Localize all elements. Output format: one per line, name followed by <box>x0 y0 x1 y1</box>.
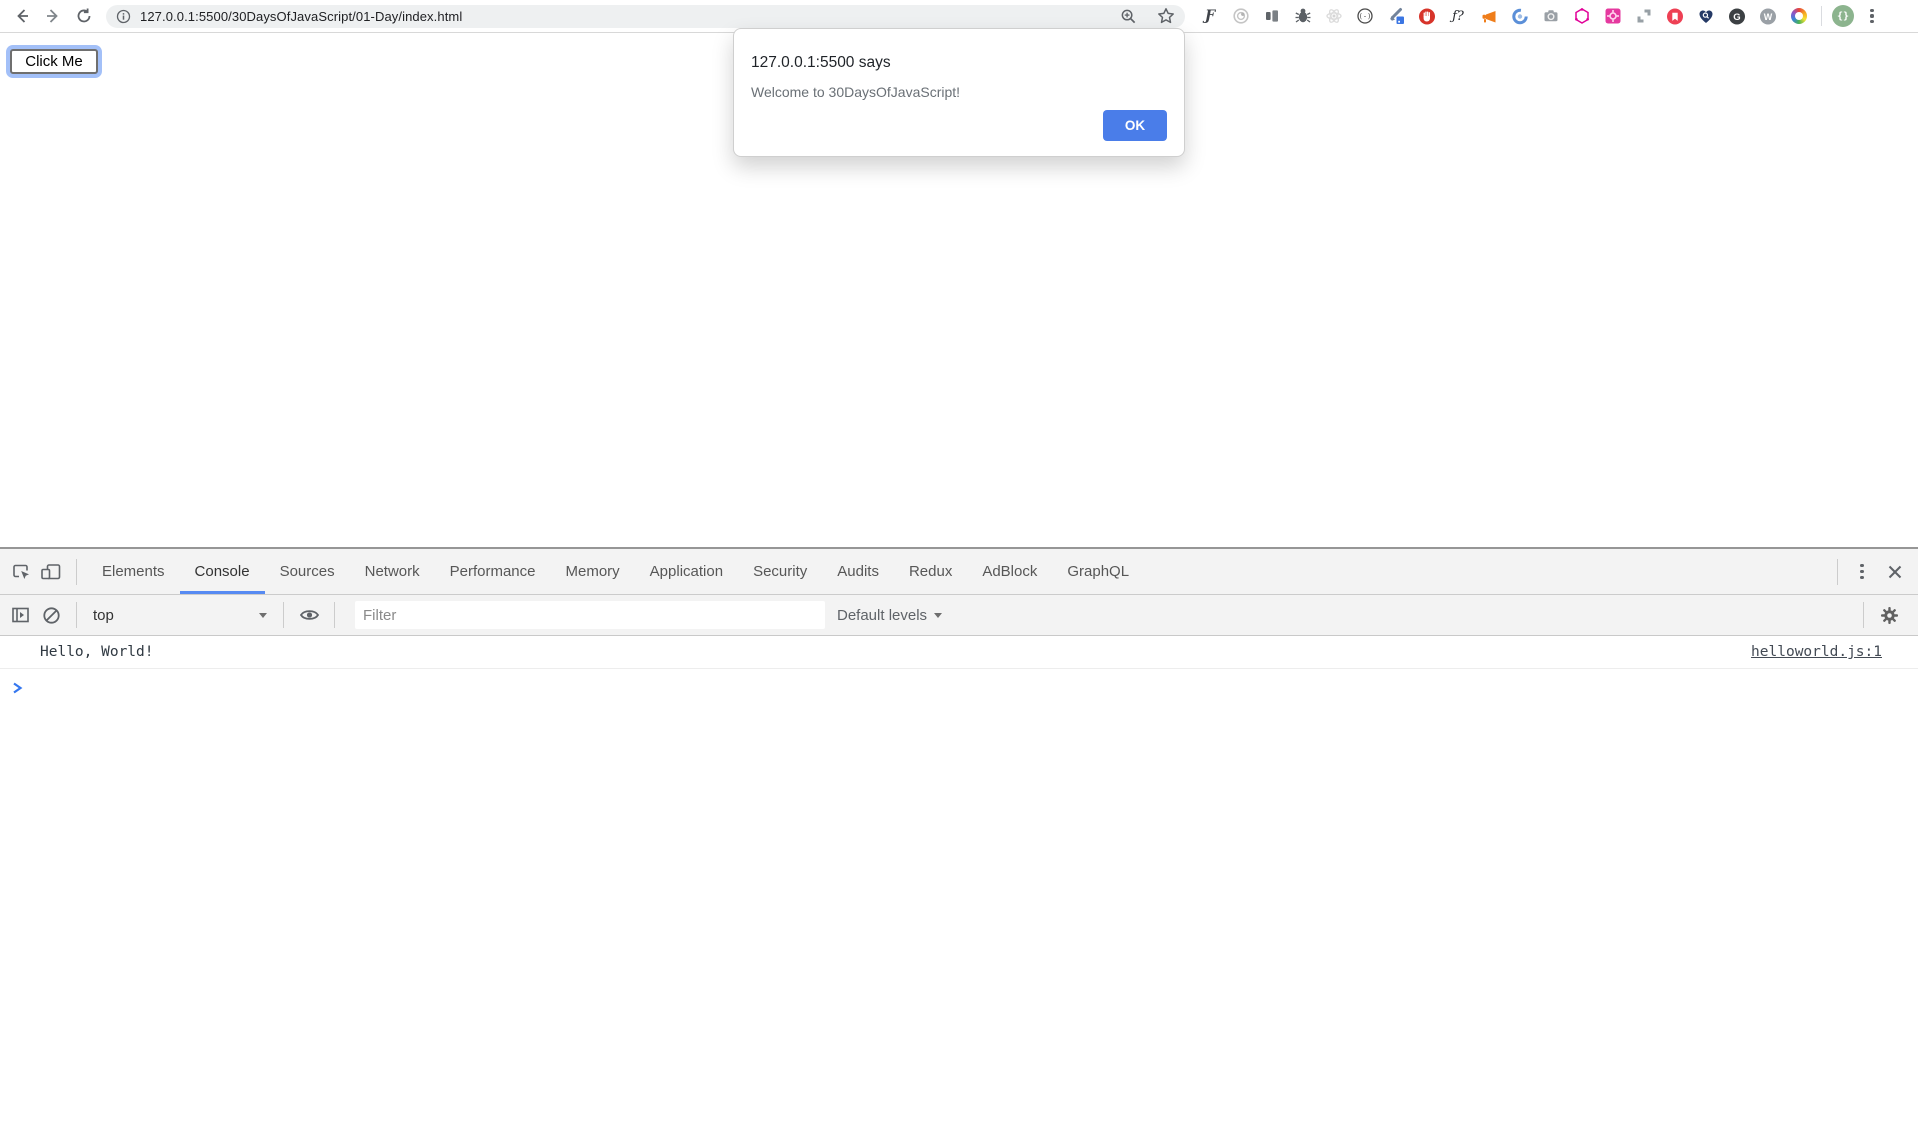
clear-console-button[interactable] <box>36 600 66 630</box>
fontninja-icon[interactable]: Ƒ <box>1201 7 1219 25</box>
url-text[interactable]: 127.0.0.1:5500/30DaysOfJavaScript/01-Day… <box>140 9 462 24</box>
console-toolbar-separator-1 <box>76 602 77 628</box>
console-sidebar-icon <box>11 606 31 624</box>
color-ring-icon[interactable] <box>1790 7 1808 25</box>
back-button[interactable] <box>6 2 37 30</box>
graphql-hex-icon[interactable] <box>1573 7 1591 25</box>
heart-search-icon[interactable] <box>1697 7 1715 25</box>
extensions-divider <box>1821 6 1822 26</box>
console-toolbar-separator-4 <box>1863 602 1864 628</box>
f-question-icon[interactable]: ƒ? <box>1449 7 1467 25</box>
tab-graphql[interactable]: GraphQL <box>1052 549 1144 594</box>
zoom-icon[interactable] <box>1120 8 1137 25</box>
tabbar-right-separator <box>1837 559 1838 585</box>
console-toolbar: top Default levels <box>0 595 1918 636</box>
devtools-tab-bar: Elements Console Sources Network Perform… <box>0 549 1918 595</box>
orbit-icon[interactable] <box>1232 7 1250 25</box>
log-levels-label: Default levels <box>837 607 927 624</box>
console-message-text: Hello, World! <box>40 644 154 660</box>
browser-menu-kebab[interactable] <box>1860 4 1884 28</box>
bookmark-star-icon[interactable] <box>1157 7 1175 25</box>
back-arrow-icon <box>13 7 31 25</box>
g-circle-icon[interactable]: G <box>1728 7 1746 25</box>
json-profile-badge[interactable]: {} <box>1832 5 1854 27</box>
address-bar[interactable]: 127.0.0.1:5500/30DaysOfJavaScript/01-Day… <box>106 5 1185 28</box>
devtools-panel: Elements Console Sources Network Perform… <box>0 547 1918 1146</box>
console-source-link[interactable]: helloworld.js:1 <box>1751 644 1882 660</box>
reload-icon <box>75 7 93 25</box>
log-levels-select[interactable]: Default levels <box>837 607 942 624</box>
tab-application[interactable]: Application <box>635 549 738 594</box>
atom-faded-icon[interactable] <box>1325 7 1343 25</box>
extensions-row: Ƒ <box>1201 6 1822 26</box>
filter-input[interactable] <box>355 601 825 629</box>
svg-text:W: W <box>1764 11 1773 21</box>
console-sidebar-toggle[interactable] <box>6 600 36 630</box>
tab-performance[interactable]: Performance <box>435 549 551 594</box>
alert-title: 127.0.0.1:5500 says <box>751 54 1167 72</box>
device-toolbar-button[interactable] <box>36 557 66 587</box>
camera-icon[interactable] <box>1542 7 1560 25</box>
console-toolbar-separator-3 <box>334 602 335 628</box>
tab-memory[interactable]: Memory <box>551 549 635 594</box>
stop-hand-icon[interactable] <box>1418 7 1436 25</box>
pink-gear-icon[interactable] <box>1604 7 1622 25</box>
tab-elements[interactable]: Elements <box>87 549 180 594</box>
prompt-chevron-icon <box>12 681 23 695</box>
alert-dialog: 127.0.0.1:5500 says Welcome to 30DaysOfJ… <box>733 28 1185 157</box>
tab-sources[interactable]: Sources <box>265 549 350 594</box>
inspect-cursor-icon <box>11 562 31 582</box>
svg-text:(-): (-) <box>1359 13 1372 21</box>
megaphone-icon[interactable] <box>1480 7 1498 25</box>
chevron-down-icon <box>934 613 942 618</box>
alert-ok-button[interactable]: OK <box>1103 110 1167 141</box>
tab-security[interactable]: Security <box>738 549 822 594</box>
console-output: Hello, World! helloworld.js:1 <box>0 636 1918 699</box>
execution-context-label: top <box>93 607 114 624</box>
console-settings-button[interactable] <box>1874 600 1904 630</box>
console-toolbar-separator-2 <box>283 602 284 628</box>
gear-icon <box>1880 606 1899 625</box>
panels-icon[interactable] <box>1263 7 1281 25</box>
tab-audits[interactable]: Audits <box>822 549 894 594</box>
devtools-menu-kebab[interactable] <box>1850 560 1874 584</box>
alert-message: Welcome to 30DaysOfJavaScript! <box>751 84 1167 100</box>
swirl-icon[interactable] <box>1511 7 1529 25</box>
console-message-row: Hello, World! helloworld.js:1 <box>0 636 1918 669</box>
click-me-button[interactable]: Click Me <box>10 49 98 74</box>
live-expression-button[interactable] <box>294 600 324 630</box>
dash-circle-icon[interactable]: (-) <box>1356 7 1374 25</box>
devtools-close-button[interactable] <box>1880 557 1910 587</box>
tab-console[interactable]: Console <box>180 549 265 594</box>
svg-text:G: G <box>1733 11 1740 22</box>
execution-context-select[interactable]: top <box>93 607 273 624</box>
tab-adblock[interactable]: AdBlock <box>967 549 1052 594</box>
reload-button[interactable] <box>68 2 99 30</box>
forward-arrow-icon <box>44 7 62 25</box>
inspect-element-button[interactable] <box>6 557 36 587</box>
tab-network[interactable]: Network <box>350 549 435 594</box>
site-info-icon[interactable] <box>116 9 131 24</box>
clear-console-icon <box>42 606 61 625</box>
forward-button[interactable] <box>37 2 68 30</box>
bug-icon[interactable] <box>1294 7 1312 25</box>
close-icon <box>1887 564 1903 580</box>
chevron-down-icon <box>259 613 267 618</box>
tab-redux[interactable]: Redux <box>894 549 967 594</box>
devtools-tabbar-right <box>1825 557 1918 587</box>
tabbar-separator <box>76 559 77 585</box>
bookmark-circle-icon[interactable] <box>1666 7 1684 25</box>
eye-icon <box>299 606 320 624</box>
device-toolbar-icon <box>40 562 62 582</box>
w-circle-icon[interactable]: W <box>1759 7 1777 25</box>
console-prompt[interactable] <box>0 669 1918 699</box>
corner-arrows-icon[interactable] <box>1635 7 1653 25</box>
eyedropper-icon[interactable] <box>1387 7 1405 25</box>
